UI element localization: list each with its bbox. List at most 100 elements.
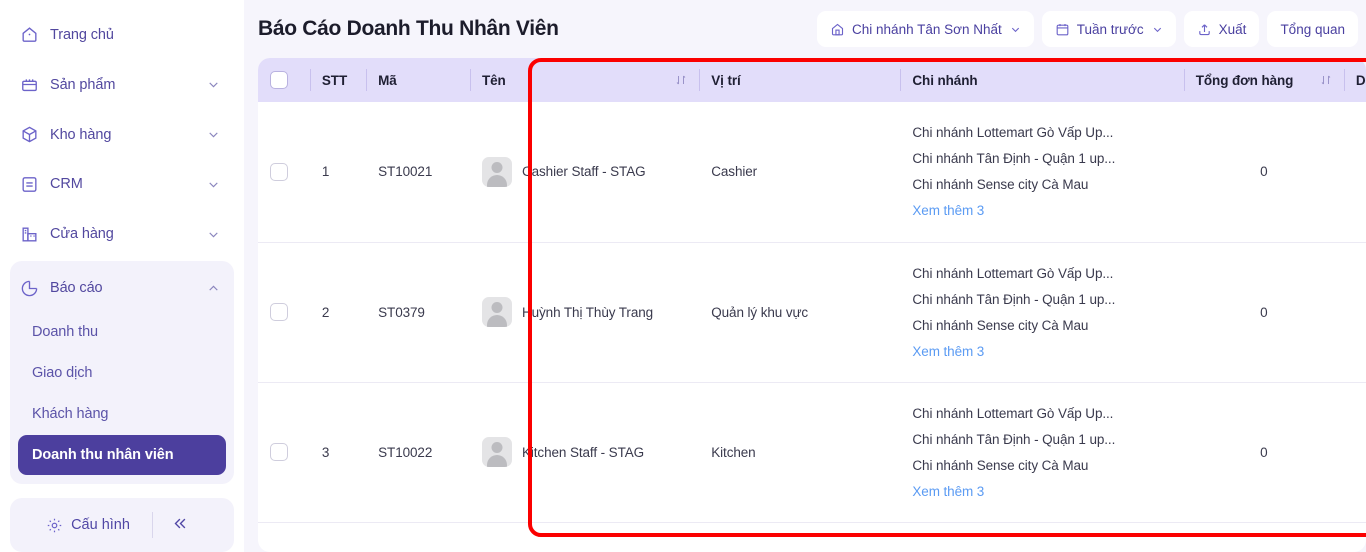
sidebar-item-trang-chu[interactable]: Trang chủ	[10, 10, 234, 60]
overview-label: Tổng quan	[1280, 21, 1345, 37]
table-header-ten[interactable]: Tên	[469, 58, 699, 102]
select-all-checkbox[interactable]	[270, 71, 288, 89]
sidebar-group-bao-cao: Báo cáo Doanh thu Giao dịch Khách hàng D…	[10, 261, 234, 485]
row-doanh-thu	[1344, 242, 1366, 382]
table-header-row: STT Mã Tên Vị trí Chi nhánh Tổng đơn hàn…	[258, 58, 1366, 102]
sort-icon[interactable]	[675, 74, 687, 86]
sidebar-item-bao-cao[interactable]: Báo cáo	[10, 265, 234, 311]
row-chi-nhanh-cell: Chi nhánh Lottemart Gò Vấp Up... Chi nhá…	[900, 242, 1183, 382]
collapse-sidebar-button[interactable]	[153, 516, 208, 535]
show-more-branches-link[interactable]: Xem thêm 3	[912, 344, 1171, 359]
export-button[interactable]: Xuất	[1183, 11, 1260, 47]
overview-button[interactable]: Tổng quan	[1267, 11, 1358, 47]
sidebar-subitem-doanh-thu[interactable]: Doanh thu	[18, 312, 226, 352]
sidebar-item-cua-hang[interactable]: Cửa hàng	[10, 209, 234, 259]
avatar	[481, 437, 512, 467]
row-chi-nhanh-cell: Chi nhánh Lottemart Gò Vấp Up... Chi nhá…	[900, 102, 1183, 242]
sidebar-subitem-khach-hang[interactable]: Khách hàng	[18, 394, 226, 434]
chevron-down-icon	[209, 182, 218, 188]
row-checkbox-cell	[258, 102, 310, 242]
date-range-filter-dropdown[interactable]: Tuần trước	[1041, 11, 1176, 47]
cube-warehouse-icon	[22, 126, 37, 143]
sidebar-subitem-giao-dich[interactable]: Giao dịch	[18, 353, 226, 393]
sort-icon[interactable]	[1320, 74, 1332, 86]
row-ten: Cashier Staff - STAG	[521, 164, 646, 180]
config-button[interactable]: Cấu hình	[36, 517, 152, 534]
table-header-tong-don-hang-label: Tổng đơn hàng	[1195, 72, 1294, 88]
sidebar-item-label: Cửa hàng	[50, 226, 114, 243]
chevron-down-icon	[1153, 27, 1161, 32]
table-header-doanh-thu[interactable]: Doa	[1343, 58, 1366, 102]
table-header-vi-tri[interactable]: Vị trí	[699, 58, 900, 102]
sidebar-item-crm[interactable]: CRM	[10, 159, 234, 209]
table-header-stt[interactable]: STT	[309, 58, 366, 102]
avatar	[481, 156, 512, 187]
branch-item: Chi nhánh Tân Định - Quận 1 up...	[912, 431, 1116, 447]
row-vi-tri: Cashier	[711, 164, 758, 180]
branch-item: Chi nhánh Sense city Cà Mau	[912, 177, 1089, 193]
date-filter-label: Tuần trước	[1076, 21, 1144, 37]
show-more-branches-link[interactable]: Xem thêm 3	[912, 484, 1171, 499]
export-label: Xuất	[1218, 21, 1247, 37]
pie-chart-icon	[21, 280, 38, 296]
row-checkbox[interactable]	[270, 303, 288, 321]
show-more-branches-link[interactable]: Xem thêm 3	[912, 203, 1171, 218]
gear-settings-icon	[47, 518, 62, 532]
table-row[interactable]: 1 ST10021 Cashier Staff - STAG Cashier C…	[258, 102, 1366, 242]
home-icon	[22, 27, 37, 43]
sidebar-subitem-label: Doanh thu	[32, 324, 99, 341]
row-vi-tri: Kitchen	[711, 444, 756, 460]
sidebar-subitem-doanh-thu-nhan-vien[interactable]: Doanh thu nhân viên	[18, 435, 226, 476]
row-tong-don-hang: 0	[1260, 164, 1268, 180]
sidebar-item-label: CRM	[50, 176, 83, 193]
row-vi-tri: Quản lý khu vực	[711, 304, 809, 320]
row-ma: ST0379	[378, 304, 425, 320]
row-stt: 1	[321, 164, 330, 180]
row-tong-don-hang: 0	[1260, 304, 1268, 320]
row-tong-don-hang: 0	[1260, 444, 1268, 460]
table-body: 1 ST10021 Cashier Staff - STAG Cashier C…	[258, 102, 1366, 522]
employee-revenue-table-card: STT Mã Tên Vị trí Chi nhánh Tổng đơn hàn…	[258, 58, 1366, 552]
sidebar-item-kho-hang[interactable]: Kho hàng	[10, 110, 234, 160]
branch-item: Chi nhánh Lottemart Gò Vấp Up...	[912, 265, 1114, 281]
row-ten-cell: Huỳnh Thị Thùy Trang	[470, 242, 699, 382]
row-doanh-thu	[1344, 102, 1366, 242]
sidebar-item-label: Trang chủ	[50, 26, 114, 43]
app-root: Trang chủ Sản phẩm Kho hàng CRM Cửa hàng…	[0, 0, 1366, 552]
box-product-icon	[22, 79, 37, 92]
main-content: Báo Cáo Doanh Thu Nhân Viên Chi nhánh Tâ…	[244, 0, 1366, 552]
sidebar-subitem-label: Giao dịch	[32, 365, 93, 382]
sidebar-item-label: Sản phẩm	[50, 76, 116, 93]
row-ten: Huỳnh Thị Thùy Trang	[521, 304, 654, 320]
branch-item: Chi nhánh Lottemart Gò Vấp Up...	[912, 125, 1114, 141]
page-toolbar: Báo Cáo Doanh Thu Nhân Viên Chi nhánh Tâ…	[244, 0, 1366, 58]
table-header-checkbox-cell	[258, 58, 310, 102]
row-checkbox-cell	[258, 242, 310, 382]
upload-export-icon	[1198, 23, 1210, 35]
chevron-down-icon	[209, 82, 218, 88]
sidebar-item-label: Kho hàng	[50, 126, 112, 143]
sidebar-subitem-label: Doanh thu nhân viên	[32, 447, 174, 464]
table-header: STT Mã Tên Vị trí Chi nhánh Tổng đơn hàn…	[258, 58, 1366, 102]
sidebar-footer: Cấu hình	[10, 498, 234, 552]
row-ma: ST10022	[378, 444, 433, 460]
branch-item: Chi nhánh Lottemart Gò Vấp Up...	[912, 405, 1114, 421]
row-checkbox[interactable]	[270, 162, 288, 181]
table-header-ma[interactable]: Mã	[366, 58, 470, 102]
row-ma: ST10021	[378, 164, 433, 180]
row-doanh-thu	[1344, 382, 1366, 522]
table-row[interactable]: 2 ST0379 Huỳnh Thị Thùy Trang Quản lý kh…	[258, 242, 1366, 382]
sidebar-group-label: Báo cáo	[50, 280, 103, 297]
table-row[interactable]: 3 ST10022 Kitchen Staff - STAG Kitchen C…	[258, 382, 1366, 522]
branch-item: Chi nhánh Sense city Cà Mau	[912, 317, 1089, 333]
sidebar-item-san-pham[interactable]: Sản phẩm	[10, 60, 234, 110]
row-checkbox[interactable]	[270, 443, 288, 461]
chevron-down-icon	[209, 232, 218, 238]
row-ten-cell: Kitchen Staff - STAG	[470, 382, 699, 522]
table-header-tong-don-hang[interactable]: Tổng đơn hàng	[1183, 58, 1344, 102]
sidebar: Trang chủ Sản phẩm Kho hàng CRM Cửa hàng…	[0, 0, 244, 552]
branch-filter-dropdown[interactable]: Chi nhánh Tân Sơn Nhất	[817, 11, 1034, 47]
table-header-chi-nhanh[interactable]: Chi nhánh	[900, 58, 1183, 102]
sidebar-subitem-label: Khách hàng	[32, 406, 109, 423]
table-header-ten-label: Tên	[481, 72, 506, 88]
